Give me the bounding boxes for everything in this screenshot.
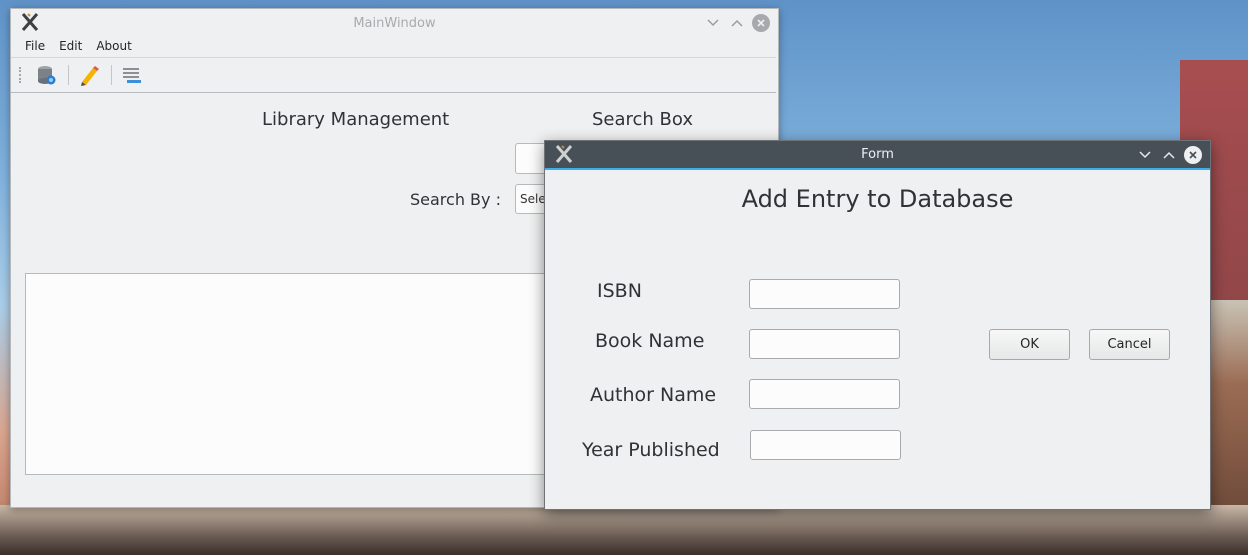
wallpaper-sea [1209, 300, 1248, 510]
search-by-label: Search By : [410, 190, 501, 209]
menu-file[interactable]: File [18, 37, 52, 57]
book-name-field[interactable] [749, 329, 900, 359]
cancel-button[interactable]: Cancel [1089, 329, 1170, 360]
close-icon[interactable] [1184, 146, 1202, 164]
app-logo-icon [553, 144, 575, 166]
menu-about[interactable]: About [89, 37, 138, 57]
list-icon[interactable] [120, 63, 144, 87]
year-published-label: Year Published [582, 439, 720, 461]
toolbar [11, 57, 776, 93]
main-window-titlebar[interactable]: MainWindow [11, 9, 778, 37]
close-icon[interactable] [752, 14, 770, 32]
maximize-icon[interactable] [1160, 146, 1178, 164]
pencil-icon[interactable] [77, 63, 101, 87]
form-heading: Add Entry to Database [741, 185, 1014, 213]
toolbar-separator [68, 65, 69, 85]
app-logo-icon [19, 12, 41, 34]
maximize-icon[interactable] [728, 14, 746, 32]
menu-edit[interactable]: Edit [52, 37, 89, 57]
author-name-label: Author Name [590, 384, 717, 406]
main-window-title: MainWindow [353, 15, 436, 31]
form-dialog: Form Add Entry to Database ISBN Book Nam… [544, 140, 1211, 510]
isbn-field[interactable] [749, 279, 900, 309]
wallpaper-rocks [0, 505, 1248, 555]
form-title: Form [861, 147, 894, 162]
search-box-heading: Search Box [592, 109, 694, 130]
toolbar-separator [111, 65, 112, 85]
form-titlebar[interactable]: Form [545, 141, 1210, 170]
author-name-field[interactable] [749, 379, 900, 409]
minimize-icon[interactable] [1136, 146, 1154, 164]
toolbar-grip[interactable] [19, 67, 24, 83]
isbn-label: ISBN [597, 280, 642, 302]
results-list[interactable] [25, 273, 557, 475]
database-icon[interactable] [34, 63, 58, 87]
year-published-field[interactable] [750, 430, 901, 460]
menubar: File Edit About [11, 37, 778, 57]
book-name-label: Book Name [595, 330, 705, 352]
ok-button[interactable]: OK [989, 329, 1070, 360]
library-management-heading: Library Management [262, 109, 450, 130]
minimize-icon[interactable] [704, 14, 722, 32]
